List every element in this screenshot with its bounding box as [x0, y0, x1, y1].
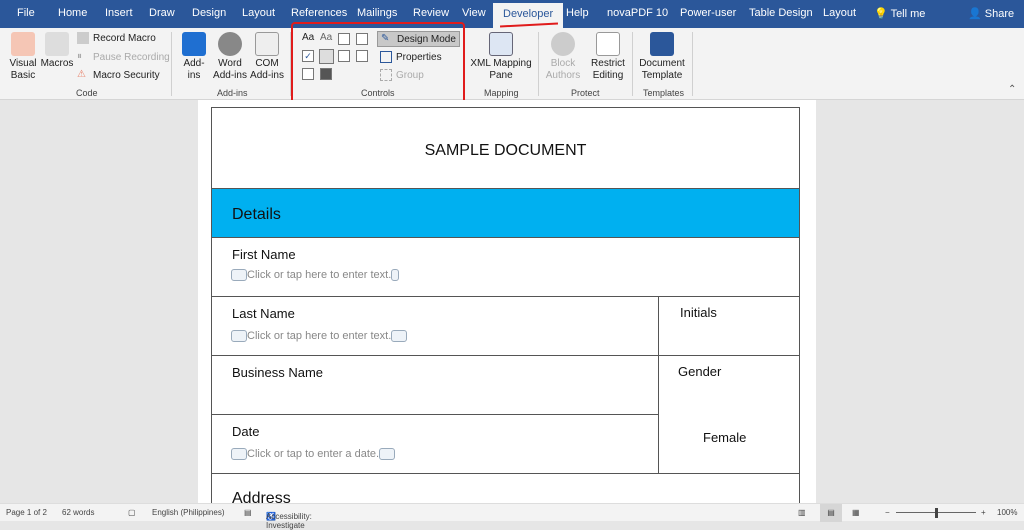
record-icon — [77, 32, 89, 44]
tab-mailings[interactable]: Mailings — [357, 7, 397, 19]
table-row: Last Name Click or tap here to enter tex… — [212, 296, 799, 355]
tab-help[interactable]: Help — [566, 7, 589, 19]
share-button[interactable]: 👤 Share — [968, 7, 1014, 20]
tab-layout[interactable]: Layout — [242, 7, 275, 19]
control-tag-icon — [231, 448, 247, 460]
xml-mapping-pane-button[interactable]: XML Mapping Pane — [468, 32, 534, 82]
zoom-in-button[interactable]: + — [981, 508, 986, 517]
ribbon-tab-bar: File Home Insert Draw Design Layout Refe… — [0, 0, 1024, 28]
status-bar: Page 1 of 2 62 words ▢ English (Philippi… — [0, 503, 1024, 530]
tab-view[interactable]: View — [462, 7, 486, 19]
form-table: SAMPLE DOCUMENT Details First Name Click… — [211, 107, 800, 507]
pause-icon: ⏸ — [77, 51, 82, 62]
control-tag-icon — [379, 448, 396, 460]
gender-value: Female — [703, 430, 747, 445]
visual-basic-icon — [11, 32, 35, 56]
tab-review[interactable]: Review — [413, 7, 449, 19]
web-layout-icon[interactable]: ▦ — [852, 508, 860, 517]
gears-icon — [218, 32, 242, 56]
lightbulb-icon: 💡 — [874, 8, 888, 20]
visual-basic-button[interactable]: Visual Basic — [6, 32, 40, 82]
table-row: Date Click or tap to enter a date. — [212, 414, 658, 473]
separator — [692, 32, 693, 96]
section-header: Details — [212, 188, 799, 237]
read-mode-icon[interactable]: ▥ — [798, 508, 806, 517]
controls-highlight-annotation — [291, 22, 465, 105]
macros-button[interactable]: Macros — [40, 32, 74, 70]
separator — [171, 32, 172, 96]
zoom-level[interactable]: 100% — [997, 508, 1017, 517]
tab-home[interactable]: Home — [58, 7, 87, 19]
pause-recording-button[interactable]: ⏸ Pause Recording — [77, 51, 170, 63]
tab-references[interactable]: References — [291, 7, 347, 19]
xml-mapping-icon — [489, 32, 513, 56]
date-content-control[interactable]: Click or tap to enter a date. — [231, 448, 396, 460]
last-name-content-control[interactable]: Click or tap here to enter text. — [231, 330, 408, 342]
table-row: First Name Click or tap here to enter te… — [212, 237, 799, 296]
separator — [632, 32, 633, 96]
group-label-mapping: Mapping — [484, 88, 519, 98]
addins-button[interactable]: Add-ins — [180, 32, 208, 82]
group-label-protect: Protect — [571, 88, 600, 98]
word-count[interactable]: 62 words — [62, 508, 94, 517]
group-label-code: Code — [76, 88, 98, 98]
macros-icon — [45, 32, 69, 56]
collapse-ribbon-icon[interactable]: ⌃ — [1008, 84, 1016, 95]
group-label-templates: Templates — [643, 88, 685, 98]
com-addins-icon — [255, 32, 279, 56]
proofing-icon[interactable]: ▢ — [128, 508, 136, 517]
word-addins-button[interactable]: Word Add-ins — [212, 32, 248, 82]
macro-security-button[interactable]: ⚠ Macro Security — [77, 69, 160, 81]
column-divider — [658, 296, 659, 473]
tell-me[interactable]: 💡 Tell me — [874, 7, 925, 20]
block-authors-icon — [551, 32, 575, 56]
print-layout-icon[interactable]: ▤ — [820, 504, 842, 522]
document-template-button[interactable]: Document Template — [636, 32, 688, 82]
table-row: Business Name Gender — [212, 355, 799, 414]
first-name-content-control[interactable]: Click or tap here to enter text. — [231, 269, 400, 281]
date-label: Date — [232, 424, 260, 439]
warning-icon: ⚠ — [77, 69, 86, 80]
zoom-slider-thumb[interactable] — [935, 508, 938, 518]
addins-icon — [182, 32, 206, 56]
word-template-icon — [650, 32, 674, 56]
block-authors-button[interactable]: Block Authors — [543, 32, 583, 82]
table-row: Address — [212, 473, 799, 507]
zoom-out-button[interactable]: − — [885, 508, 890, 517]
tab-draw[interactable]: Draw — [149, 7, 175, 19]
control-tag-icon — [391, 269, 400, 281]
separator — [538, 32, 539, 96]
com-addins-button[interactable]: COM Add-ins — [249, 32, 285, 82]
gender-label: Gender — [678, 364, 722, 379]
control-tag-icon — [231, 269, 247, 281]
tab-table-layout[interactable]: Layout — [823, 7, 856, 19]
tab-novapdf[interactable]: novaPDF 10 — [607, 7, 668, 19]
control-tag-icon — [391, 330, 408, 342]
language[interactable]: English (Philippines) — [152, 508, 224, 517]
tab-power-user[interactable]: Power-user — [680, 7, 736, 19]
document-title: SAMPLE DOCUMENT — [424, 142, 587, 159]
business-name-label: Business Name — [232, 365, 324, 380]
initials-label: Initials — [680, 305, 717, 320]
restrict-editing-button[interactable]: Restrict Editing — [588, 32, 628, 82]
section-title: Details — [232, 206, 281, 223]
last-name-label: Last Name — [232, 306, 295, 321]
tab-table-design[interactable]: Table Design — [749, 7, 813, 19]
tab-insert[interactable]: Insert — [105, 7, 133, 19]
page-count[interactable]: Page 1 of 2 — [6, 508, 47, 517]
control-tag-icon — [231, 330, 247, 342]
tab-design[interactable]: Design — [192, 7, 226, 19]
group-label-addins: Add-ins — [217, 88, 248, 98]
first-name-label: First Name — [232, 247, 296, 262]
lock-document-icon — [596, 32, 620, 56]
text-predictions-icon[interactable]: ▤ — [244, 508, 252, 517]
ribbon: Visual Basic Macros Record Macro ⏸ Pause … — [0, 28, 1024, 100]
record-macro-button[interactable]: Record Macro — [77, 32, 156, 44]
person-icon: 👤 — [968, 8, 982, 20]
tab-file[interactable]: File — [17, 7, 35, 19]
